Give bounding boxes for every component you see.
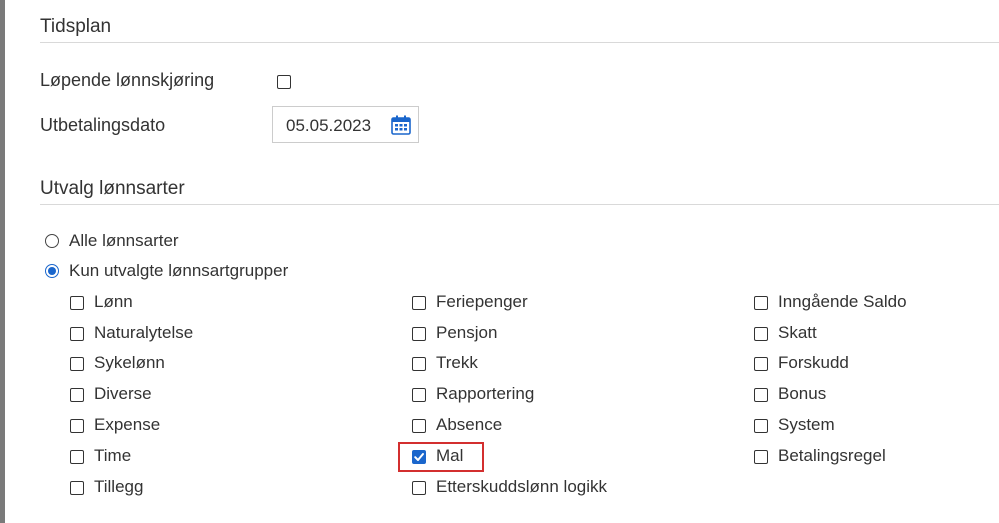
group-label[interactable]: Feriepenger [436, 292, 528, 312]
group-checkbox-checked[interactable] [412, 450, 426, 464]
group-label[interactable]: Bonus [778, 384, 826, 404]
group-checkbox[interactable] [70, 388, 84, 402]
section-title-schedule: Tidsplan [40, 16, 112, 37]
radio-selected-groups-label[interactable]: Kun utvalgte lønnsartgrupper [69, 261, 288, 281]
group-label[interactable]: Inngående Saldo [778, 292, 907, 312]
radio-all-wage-types-label[interactable]: Alle lønnsarter [69, 231, 179, 251]
section-title-selection: Utvalg lønnsarter [40, 178, 185, 199]
group-label[interactable]: Lønn [94, 292, 133, 312]
group-label[interactable]: Betalingsregel [778, 446, 886, 466]
radio-all-wage-types[interactable] [45, 234, 59, 248]
group-checkbox[interactable] [754, 296, 768, 310]
section-divider [40, 42, 999, 43]
group-checkbox[interactable] [70, 481, 84, 495]
window-left-border [0, 0, 5, 523]
group-label[interactable]: Forskudd [778, 353, 849, 373]
group-checkbox[interactable] [412, 327, 426, 341]
payment-date-value[interactable]: 05.05.2023 [286, 116, 371, 136]
group-label[interactable]: Rapportering [436, 384, 534, 404]
group-label[interactable]: Time [94, 446, 131, 466]
group-label[interactable]: Etterskuddslønn logikk [436, 477, 607, 497]
group-checkbox[interactable] [754, 388, 768, 402]
group-checkbox[interactable] [70, 450, 84, 464]
group-checkbox[interactable] [754, 450, 768, 464]
group-checkbox[interactable] [412, 357, 426, 371]
group-label[interactable]: Trekk [436, 353, 478, 373]
calendar-icon[interactable] [390, 114, 412, 136]
group-label[interactable]: Absence [436, 415, 502, 435]
group-checkbox[interactable] [70, 296, 84, 310]
group-label[interactable]: Naturalytelse [94, 323, 193, 343]
group-checkbox[interactable] [412, 388, 426, 402]
group-checkbox[interactable] [412, 481, 426, 495]
group-checkbox[interactable] [412, 296, 426, 310]
checkmark-icon [414, 453, 424, 461]
group-checkbox[interactable] [412, 419, 426, 433]
group-checkbox[interactable] [754, 419, 768, 433]
group-label[interactable]: Diverse [94, 384, 152, 404]
radio-selected-groups[interactable] [45, 264, 59, 278]
group-checkbox[interactable] [70, 419, 84, 433]
running-payroll-checkbox[interactable] [277, 75, 291, 89]
group-checkbox[interactable] [70, 357, 84, 371]
section-divider [40, 204, 999, 205]
group-label[interactable]: Skatt [778, 323, 817, 343]
payment-date-field[interactable]: 05.05.2023 [272, 106, 419, 143]
group-checkbox[interactable] [70, 327, 84, 341]
group-label[interactable]: System [778, 415, 835, 435]
payment-date-label: Utbetalingsdato [40, 115, 166, 135]
group-label[interactable]: Sykelønn [94, 353, 165, 373]
group-label[interactable]: Mal [436, 446, 463, 466]
group-label[interactable]: Expense [94, 415, 160, 435]
group-label[interactable]: Tillegg [94, 477, 143, 497]
group-checkbox[interactable] [754, 327, 768, 341]
running-payroll-label: Løpende lønnskjøring [40, 70, 215, 90]
group-checkbox[interactable] [754, 357, 768, 371]
group-label[interactable]: Pensjon [436, 323, 497, 343]
